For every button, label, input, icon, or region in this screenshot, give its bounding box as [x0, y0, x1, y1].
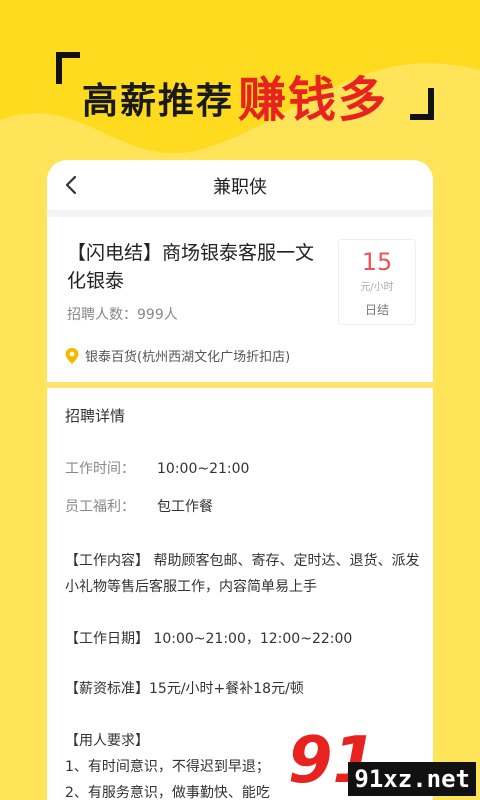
work-dates: 【工作日期】 10:00~21:00，12:00~22:00 [65, 631, 353, 647]
hire-count: 招聘人数：999人 [67, 307, 178, 323]
salary-standard: 【薪资标准】15元/小时+餐补18元/顿 [65, 681, 304, 697]
slogan-black-text: 高薪推荐 [82, 81, 235, 122]
work-time-row: 工作时间： 10:00~21:00 [65, 456, 421, 482]
promo-banner: 高薪推荐 赚钱多 [0, 0, 480, 160]
salary-box: 15 元/小时 日结 [338, 239, 416, 325]
salary-amount: 15 [361, 248, 393, 276]
work-content: 【工作内容】 帮助顾客包邮、寄存、定时达、退货、派发小礼物等售后客服工作，内容简… [65, 553, 420, 595]
site-watermark: 91 91xz.net [280, 726, 480, 800]
job-location[interactable]: 银泰百货(杭州西湖文化广场折扣店) [65, 346, 290, 365]
navigation-bar: 兼职侠 [47, 160, 433, 211]
benefit-row: 员工福利： 包工作餐 [65, 494, 421, 520]
work-time-label: 工作时间： [65, 461, 135, 477]
section-divider [47, 382, 433, 388]
salary-unit: 元/小时 [360, 282, 394, 293]
benefit-label: 员工福利： [65, 499, 135, 515]
location-text: 银泰百货(杭州西湖文化广场折扣店) [85, 350, 291, 365]
salary-settlement: 日结 [364, 303, 389, 317]
phone-screen-card: 兼职侠 【闪电结】商场银泰客服一文化银泰 15 元/小时 日结 招聘人数：999… [47, 160, 433, 800]
slogan-red-text: 赚钱多 [238, 72, 389, 128]
watermark-site: 91xz.net [348, 762, 476, 796]
benefit-value: 包工作餐 [157, 499, 213, 515]
job-title: 【闪电结】商场银泰客服一文化银泰 [67, 242, 315, 292]
bracket-left-decoration [56, 52, 80, 84]
page-title: 兼职侠 [213, 177, 267, 198]
details-section-title: 招聘详情 [65, 407, 126, 425]
bracket-right-decoration [410, 88, 434, 120]
map-pin-icon [65, 347, 79, 364]
work-time-value: 10:00~21:00 [157, 461, 250, 477]
